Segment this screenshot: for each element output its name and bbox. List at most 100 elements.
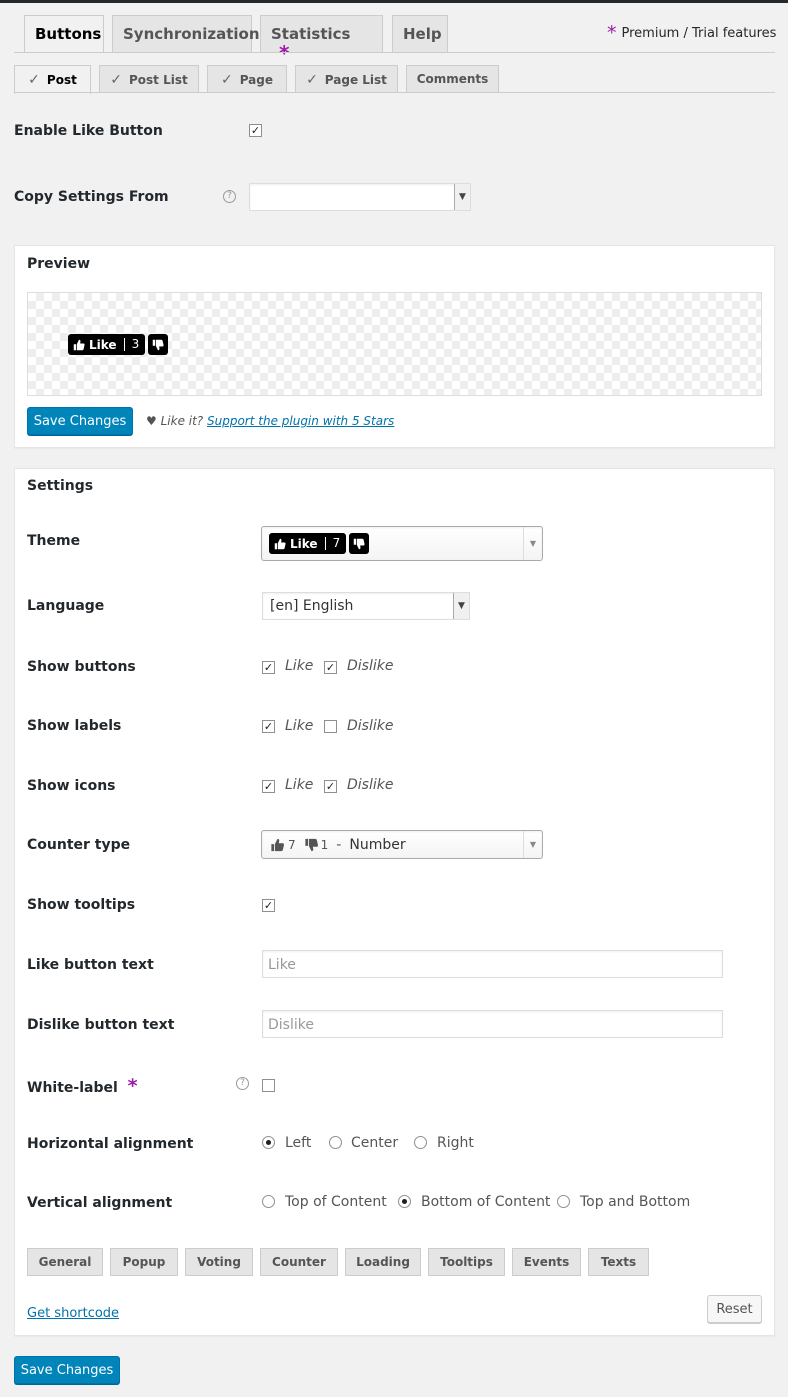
tab-label: Synchronization (123, 25, 260, 43)
premium-legend: * Premium / Trial features (607, 24, 776, 43)
help-icon[interactable]: ? (236, 1077, 249, 1090)
show-tooltips-label: Show tooltips (27, 897, 136, 913)
counter-type-label: Counter type (27, 837, 131, 853)
horizontal-left-label: Left (285, 1135, 312, 1151)
subtabs-divider (14, 92, 775, 93)
like-count: 7 (288, 838, 296, 852)
tab-general[interactable]: General (27, 1248, 103, 1276)
subtab-page-list[interactable]: ✓ Page List (295, 65, 398, 93)
show-buttons-like-label: Like (285, 658, 314, 674)
thumbs-down-icon (152, 339, 164, 350)
horizontal-alignment-label: Horizontal alignment (27, 1136, 194, 1152)
tab-statistics[interactable]: Statistics * (260, 15, 383, 63)
white-label-label: White-label * (27, 1077, 138, 1097)
vertical-top-radio[interactable] (262, 1195, 275, 1208)
preview-title: Preview (27, 256, 91, 272)
save-changes-button[interactable]: Save Changes (14, 1356, 120, 1384)
vertical-bottom-label: Bottom of Content (421, 1194, 551, 1210)
chevron-down-icon: ▼ (454, 184, 470, 210)
tab-popup[interactable]: Popup (110, 1248, 178, 1276)
subtab-post[interactable]: ✓ Post (14, 65, 91, 94)
like-button-text-input[interactable]: Like (262, 950, 723, 978)
tab-events[interactable]: Events (512, 1248, 581, 1276)
show-icons-dislike-checkbox[interactable]: ✓ (324, 780, 337, 793)
dislike-count: 1 (320, 838, 329, 852)
preview-like-widget: Like 3 (68, 334, 169, 355)
copy-settings-select[interactable]: ▼ (249, 183, 471, 211)
premium-star-icon: * (607, 22, 617, 44)
subtab-label: Post (46, 73, 77, 87)
help-icon[interactable]: ? (223, 190, 236, 203)
support-plugin-link[interactable]: Support the plugin with 5 Stars (207, 414, 394, 428)
checkmark-icon: ✓ (263, 899, 274, 912)
tab-loading[interactable]: Loading (345, 1248, 421, 1276)
show-buttons-dislike-label: Dislike (347, 658, 394, 674)
tab-texts[interactable]: Texts (588, 1248, 649, 1276)
horizontal-center-radio[interactable] (329, 1136, 342, 1149)
horizontal-right-radio[interactable] (414, 1136, 427, 1149)
show-icons-like-checkbox[interactable]: ✓ (262, 780, 275, 793)
thumbs-up-icon (274, 538, 286, 549)
preview-like-button[interactable]: Like 3 (68, 334, 146, 355)
show-icons-like-label: Like (285, 777, 314, 793)
reset-button[interactable]: Reset (707, 1295, 762, 1323)
like-label: Like (290, 536, 318, 551)
checkmark-icon: ✓ (325, 780, 336, 793)
counter-type-preview: 7 1 - Number (270, 837, 406, 853)
tab-synchronization[interactable]: Synchronization (112, 15, 260, 52)
language-select[interactable]: [en] English ▼ (262, 592, 470, 620)
subtab-label: Post List (129, 73, 188, 87)
checkmark-icon: ✓ (263, 720, 274, 733)
subtab-page[interactable]: ✓ Page (207, 65, 287, 93)
like-label: Like (89, 337, 117, 352)
tab-voting[interactable]: Voting (185, 1248, 253, 1276)
tab-tooltips[interactable]: Tooltips (428, 1248, 505, 1276)
vertical-bottom-radio[interactable] (398, 1195, 411, 1208)
tab-help[interactable]: Help (392, 15, 448, 52)
checkmark-icon: ✓ (325, 661, 336, 674)
preview-save-button[interactable]: Save Changes (27, 407, 133, 435)
tab-buttons[interactable]: Buttons (24, 15, 104, 53)
copy-settings-label: Copy Settings From (14, 189, 169, 205)
vertical-both-radio[interactable] (557, 1195, 570, 1208)
thumbs-down-icon (305, 838, 318, 852)
subtab-comments[interactable]: Comments (406, 65, 499, 93)
white-label-text: White-label (27, 1080, 118, 1096)
language-value: [en] English (270, 598, 354, 614)
white-label-checkbox[interactable] (262, 1079, 275, 1092)
horizontal-center-label: Center (351, 1135, 399, 1151)
checkmark-icon: ✓ (306, 72, 318, 88)
theme-like-widget: Like 7 (269, 533, 370, 554)
theme-select[interactable]: Like 7 ▼ (261, 526, 543, 561)
dislike-button-text-input[interactable]: Dislike (262, 1010, 723, 1038)
like-count: 3 (123, 338, 139, 351)
get-shortcode-link[interactable]: Get shortcode (27, 1306, 119, 1321)
language-label: Language (27, 598, 105, 614)
preview-dislike-button[interactable] (148, 334, 169, 355)
subtab-post-list[interactable]: ✓ Post List (99, 65, 199, 93)
vertical-top-label: Top of Content (285, 1194, 387, 1210)
chevron-down-icon: ▼ (523, 527, 542, 560)
show-buttons-label: Show buttons (27, 659, 136, 675)
tab-counter[interactable]: Counter (260, 1248, 338, 1276)
like-it-text: Like it? (160, 414, 204, 428)
enable-like-button-checkbox[interactable]: ✓ (249, 124, 262, 137)
counter-type-select[interactable]: 7 1 - Number ▼ (261, 830, 543, 859)
like-count: 7 (324, 537, 340, 550)
checkmark-icon: ✓ (110, 72, 122, 88)
show-icons-dislike-label: Dislike (347, 777, 394, 793)
show-labels-like-label: Like (285, 718, 314, 734)
show-labels-dislike-checkbox[interactable] (324, 720, 337, 733)
show-tooltips-checkbox[interactable]: ✓ (262, 899, 275, 912)
theme-dislike-preview (349, 533, 370, 554)
tabs-divider (14, 52, 775, 53)
theme-like-preview: Like 7 (269, 533, 347, 554)
checkmark-icon: ✓ (263, 780, 274, 793)
show-labels-like-checkbox[interactable]: ✓ (262, 720, 275, 733)
separator: - (336, 837, 342, 853)
show-buttons-like-checkbox[interactable]: ✓ (262, 661, 275, 674)
top-bar (0, 0, 788, 3)
show-buttons-dislike-checkbox[interactable]: ✓ (324, 661, 337, 674)
horizontal-left-radio[interactable] (262, 1136, 275, 1149)
subtab-label: Page (239, 73, 274, 87)
